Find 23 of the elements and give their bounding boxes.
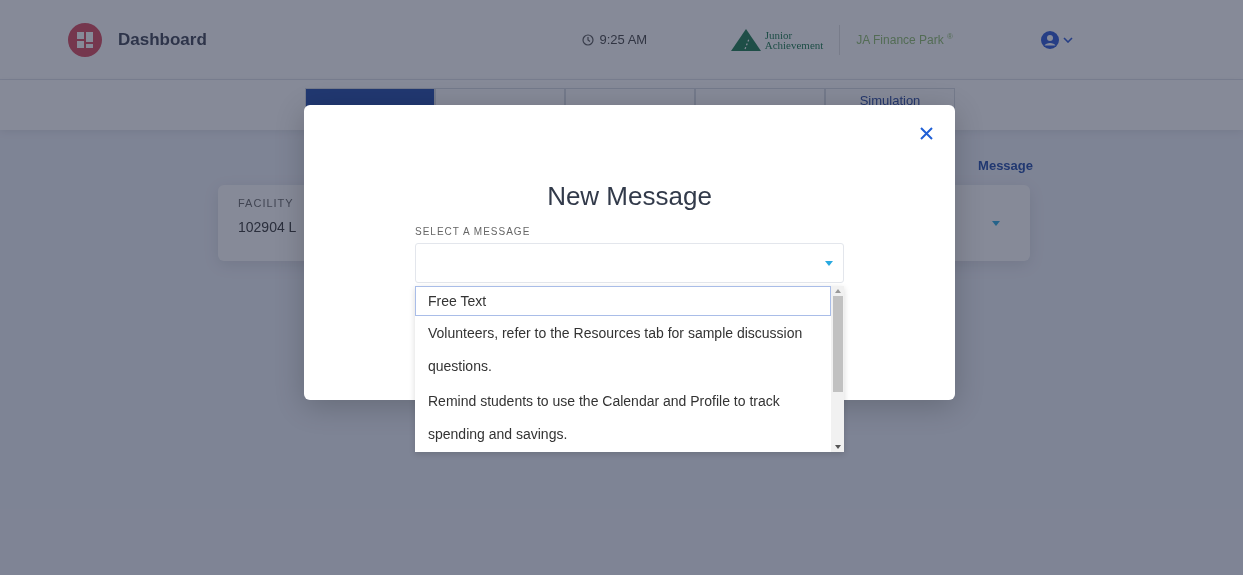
triangle-logo-icon [730, 28, 761, 51]
user-menu[interactable] [1041, 30, 1073, 49]
scroll-down-icon[interactable] [834, 445, 841, 449]
app-title: Dashboard [118, 29, 207, 50]
scroll-up-icon[interactable] [834, 289, 841, 293]
brand-name: JA Finance Park $^{®}$ [856, 32, 953, 47]
dropdown-option[interactable]: Free Text [415, 286, 831, 316]
clock-icon [581, 33, 594, 46]
logo-text: Achievement [764, 39, 824, 50]
select-label: SELECT A MESSAGE [415, 226, 532, 237]
dropdown-caret-icon [992, 220, 1000, 226]
dashboard-logo-icon[interactable] [68, 22, 102, 57]
clock-time: 9:25 AM [599, 32, 648, 47]
user-icon [1041, 30, 1059, 49]
dropdown-option[interactable]: Remind students to use the Calendar and Profile to track spending and savings. [415, 384, 831, 452]
dropdown-option[interactable]: Volunteers, refer to the Resources tab for sample discussion questions. [415, 316, 831, 384]
logo-text: Junior [764, 29, 794, 40]
scrollbar[interactable] [831, 286, 844, 452]
facility-label: FACILITY [238, 197, 295, 209]
close-icon[interactable] [920, 127, 933, 140]
facility-select[interactable]: 102904 L [238, 219, 297, 235]
caret-icon [1063, 36, 1073, 43]
modal-title: New Message [546, 181, 713, 212]
